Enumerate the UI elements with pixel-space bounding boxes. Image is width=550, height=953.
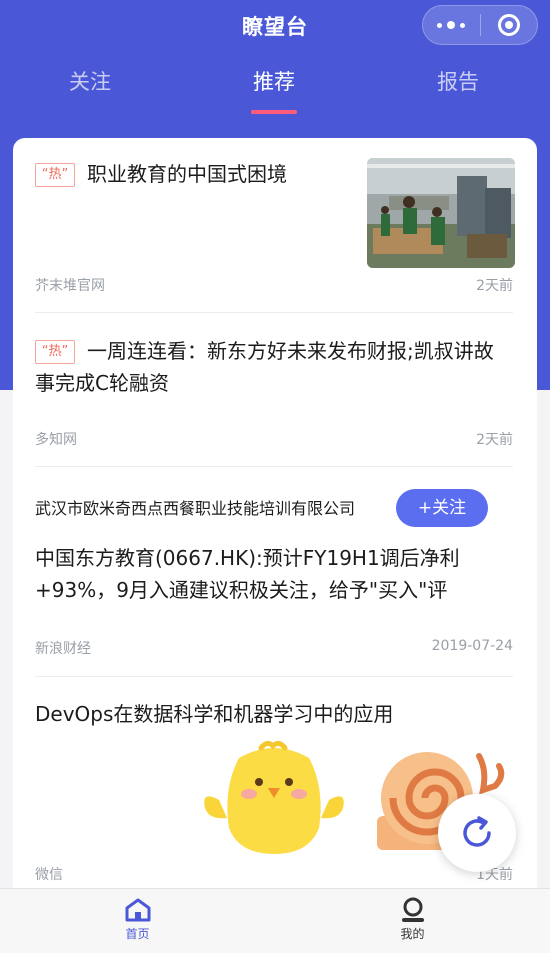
feed-item-title[interactable]: DevOps在数据科学和机器学习中的应用 [35,702,393,726]
workshop-photo [367,158,515,268]
feed-item-meta: 多知网 2天前 [35,429,513,449]
feed-item-meta: 微信 1天前 [35,864,513,884]
feed-item-source: 微信 [35,867,63,883]
tab-reports[interactable]: 报告 [398,66,518,96]
feed-item-source: 新浪财经 [35,641,91,657]
target-icon [497,14,520,36]
feed-item-title[interactable]: 中国东方教育(0667.HK):预计FY19H1调后净利+93%，9月入通建议积… [35,546,460,602]
chick-sticker-image [199,738,349,856]
dot-icon [437,22,443,28]
divider [35,676,513,677]
company-name[interactable]: 武汉市欧米奇西点西餐职业技能培训有限公司 [35,498,395,520]
top-tabs: 关注 推荐 报告 [0,66,550,116]
article-thumbnail[interactable] [367,158,515,268]
feed-item[interactable]: “热” 一周连连看：新东方好未来发布财报;凯叔讲故事完成C轮融资 [35,335,513,399]
mini-program-capsule [422,5,538,45]
bottom-navigation: 首页 我的 [0,888,550,953]
dot-icon [460,22,466,28]
feed-item[interactable]: 中国东方教育(0667.HK):预计FY19H1调后净利+93%，9月入通建议积… [35,542,513,606]
feed-item[interactable]: DevOps在数据科学和机器学习中的应用 [35,698,513,730]
app-title: 瞭望台 [242,15,308,39]
feed-item-source: 多知网 [35,432,77,448]
home-icon [125,898,150,922]
tab-recommended[interactable]: 推荐 [214,66,334,96]
hot-badge: “热” [35,339,75,364]
close-mini-program-button[interactable] [480,6,537,44]
refresh-button[interactable] [438,794,516,872]
nav-profile-label: 我的 [400,927,425,941]
refresh-icon [463,816,491,847]
feed-item-meta: 芥末堆官网 2天前 [35,275,513,295]
tab-following[interactable]: 关注 [30,66,150,96]
feed-item-time: 2天前 [476,432,513,448]
nav-profile[interactable]: 我的 [275,889,550,953]
feed-item-time: 2019-07-24 [431,638,513,654]
profile-icon [401,897,424,922]
feed-item-title[interactable]: 一周连连看：新东方好未来发布财报;凯叔讲故事完成C轮融资 [35,339,494,395]
feed-item-time: 2天前 [476,278,513,294]
divider [35,466,513,467]
feed-item-title[interactable]: 职业教育的中国式困境 [87,162,287,186]
nav-home[interactable]: 首页 [0,889,275,953]
follow-button[interactable]: +关注 [396,489,488,527]
feed-item-source: 芥末堆官网 [35,278,105,294]
feed-item-meta: 新浪财经 2019-07-24 [35,638,513,658]
nav-home-label: 首页 [125,927,150,941]
dot-icon [447,21,456,29]
divider [35,312,513,313]
active-tab-indicator [251,110,297,114]
feed-item[interactable]: “热” 职业教育的中国式困境 [35,158,355,190]
hot-badge: “热” [35,162,75,187]
more-options-button[interactable] [423,6,480,44]
